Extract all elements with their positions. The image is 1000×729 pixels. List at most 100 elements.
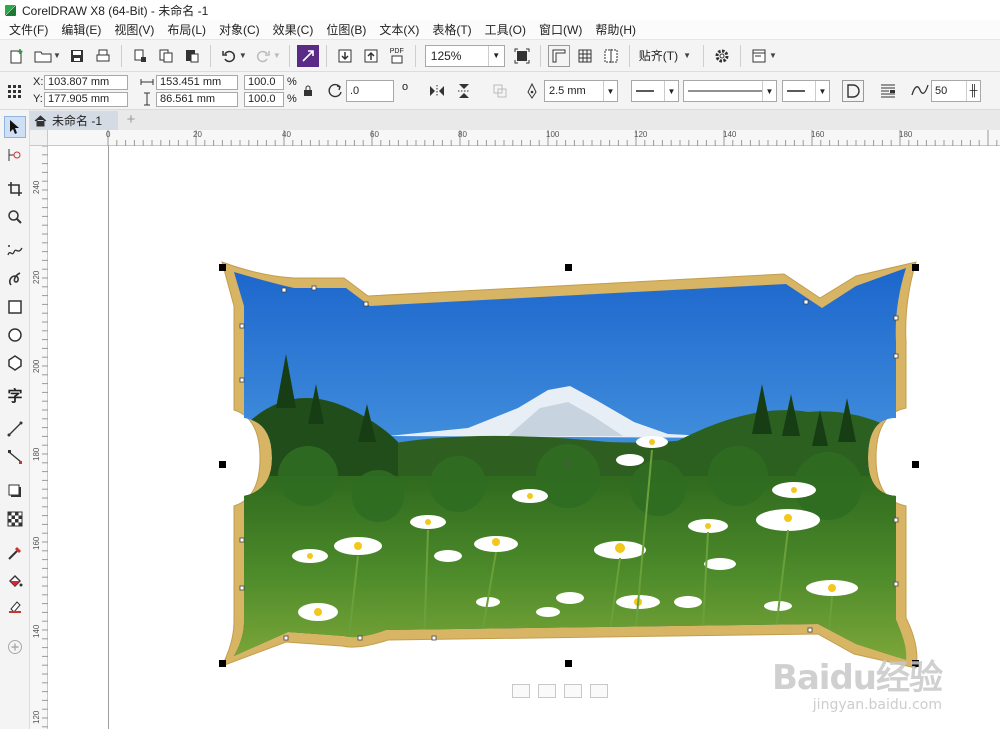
copy-icon[interactable] bbox=[155, 45, 177, 67]
transparency-tool-icon[interactable] bbox=[4, 508, 26, 530]
show-guidelines-icon[interactable] bbox=[600, 45, 622, 67]
add-tool-icon[interactable] bbox=[4, 636, 26, 658]
menu-effects[interactable]: 效果(C) bbox=[268, 21, 322, 38]
crop-tool-icon[interactable] bbox=[4, 178, 26, 200]
snap-to-menu[interactable]: 贴齐(T) ▼ bbox=[635, 47, 698, 64]
vertical-ruler[interactable]: 240 220 200 180 160 140 120 bbox=[30, 146, 48, 729]
options-gear-icon[interactable] bbox=[711, 45, 733, 67]
export-icon[interactable] bbox=[360, 45, 382, 67]
object-width-input[interactable]: 153.451 mm bbox=[156, 75, 238, 90]
menu-tools[interactable]: 工具(O) bbox=[480, 21, 534, 38]
scale-width-input[interactable]: 100.0 bbox=[244, 75, 284, 90]
interactive-fill-tool-icon[interactable] bbox=[4, 570, 26, 592]
menu-layout[interactable]: 布局(L) bbox=[162, 21, 214, 38]
zoom-level-select[interactable]: 125% ▼ bbox=[424, 44, 505, 67]
edit-bitmap-icon[interactable] bbox=[512, 684, 530, 698]
start-arrowhead-select[interactable]: ▼ bbox=[631, 80, 679, 102]
pick-tool-icon[interactable] bbox=[4, 116, 26, 138]
title-bar: CorelDRAW X8 (64-Bit) - 未命名 -1 bbox=[0, 0, 1000, 20]
selection-handle-middle-right[interactable] bbox=[912, 461, 919, 468]
menu-bitmap[interactable]: 位图(B) bbox=[321, 21, 374, 38]
outline-pen-icon[interactable] bbox=[522, 81, 542, 101]
freehand-tool-icon[interactable] bbox=[4, 240, 26, 262]
selection-handle-top-left[interactable] bbox=[219, 264, 226, 271]
full-screen-preview-icon[interactable] bbox=[511, 45, 533, 67]
selection-handle-top-right[interactable] bbox=[912, 264, 919, 271]
save-icon[interactable] bbox=[66, 45, 88, 67]
add-document-tab-button[interactable]: + bbox=[123, 112, 139, 128]
rotation-angle-input[interactable]: .0 bbox=[346, 80, 394, 102]
outline-width-select[interactable]: 2.5 mm ▼ bbox=[544, 80, 618, 102]
undo-icon[interactable] bbox=[218, 45, 240, 67]
redo-icon[interactable] bbox=[252, 45, 274, 67]
selection-handle-bottom-left[interactable] bbox=[219, 660, 226, 667]
new-document-icon[interactable] bbox=[6, 45, 28, 67]
separator bbox=[288, 44, 290, 67]
cut-icon[interactable] bbox=[129, 45, 151, 67]
x-position-input[interactable]: 103.807 mm bbox=[44, 75, 128, 90]
paste-icon[interactable] bbox=[181, 45, 203, 67]
menu-edit[interactable]: 编辑(E) bbox=[56, 21, 109, 38]
menu-object[interactable]: 对象(C) bbox=[214, 21, 268, 38]
undo-dropdown-icon[interactable]: ▼ bbox=[239, 51, 247, 60]
parallel-dimension-tool-icon[interactable] bbox=[4, 418, 26, 440]
menu-file[interactable]: 文件(F) bbox=[4, 21, 56, 38]
y-position-input[interactable]: 177.905 mm bbox=[44, 92, 128, 107]
crop-bitmap-icon[interactable] bbox=[538, 684, 556, 698]
quick-trace-icon[interactable] bbox=[490, 81, 510, 101]
landscape-photo bbox=[234, 268, 907, 660]
selection-handle-top-center[interactable] bbox=[565, 264, 572, 271]
mirror-horizontal-icon[interactable] bbox=[427, 81, 447, 101]
rectangle-tool-icon[interactable] bbox=[4, 296, 26, 318]
shape-tool-icon[interactable] bbox=[4, 144, 26, 166]
ticket-frame-artwork[interactable] bbox=[48, 146, 1000, 729]
line-style-select[interactable]: ▼ bbox=[683, 80, 777, 102]
zoom-tool-icon[interactable] bbox=[4, 206, 26, 228]
menu-bar: 文件(F) 编辑(E) 视图(V) 布局(L) 对象(C) 效果(C) 位图(B… bbox=[0, 20, 1000, 40]
ellipse-tool-icon[interactable] bbox=[4, 324, 26, 346]
ruler-origin-corner[interactable] bbox=[30, 130, 48, 146]
lock-ratio-icon[interactable] bbox=[298, 81, 318, 101]
redo-dropdown-icon[interactable]: ▼ bbox=[273, 51, 281, 60]
show-rulers-icon[interactable] bbox=[547, 44, 570, 67]
search-content-icon[interactable] bbox=[296, 44, 319, 67]
smoothing-slider-icon[interactable]: ╫ bbox=[966, 81, 980, 101]
chevron-down-icon: ▼ bbox=[762, 81, 776, 101]
smoothing-input[interactable]: 50 ╫ bbox=[931, 80, 981, 102]
launcher-dropdown-icon[interactable]: ▼ bbox=[769, 51, 777, 60]
separator bbox=[120, 44, 122, 67]
document-tab[interactable]: 未命名 -1 bbox=[30, 111, 118, 130]
trace-bitmap-icon[interactable] bbox=[564, 684, 582, 698]
open-folder-icon[interactable] bbox=[32, 45, 54, 67]
end-arrowhead-select[interactable]: ▼ bbox=[782, 80, 830, 102]
drawing-canvas[interactable]: Baidu经验 jingyan.baidu.com bbox=[48, 146, 1000, 729]
more-options-icon[interactable] bbox=[590, 684, 608, 698]
open-dropdown-icon[interactable]: ▼ bbox=[53, 51, 61, 60]
connector-tool-icon[interactable] bbox=[4, 446, 26, 468]
selection-handle-bottom-center[interactable] bbox=[565, 660, 572, 667]
artistic-media-tool-icon[interactable] bbox=[4, 268, 26, 290]
object-height-input[interactable]: 86.561 mm bbox=[156, 92, 238, 107]
menu-text[interactable]: 文本(X) bbox=[374, 21, 427, 38]
import-icon[interactable] bbox=[334, 45, 356, 67]
smart-fill-tool-icon[interactable] bbox=[4, 596, 26, 618]
menu-view[interactable]: 视图(V) bbox=[109, 21, 162, 38]
show-grid-icon[interactable] bbox=[574, 45, 596, 67]
menu-help[interactable]: 帮助(H) bbox=[590, 21, 644, 38]
menu-table[interactable]: 表格(T) bbox=[427, 21, 479, 38]
object-origin-icon[interactable] bbox=[4, 81, 24, 101]
close-curve-icon[interactable] bbox=[842, 80, 864, 102]
selection-handle-middle-left[interactable] bbox=[219, 461, 226, 468]
text-tool-icon[interactable]: 字 bbox=[4, 384, 26, 406]
mirror-vertical-icon[interactable] bbox=[454, 81, 474, 101]
application-launcher-icon[interactable] bbox=[748, 45, 770, 67]
polygon-tool-icon[interactable] bbox=[4, 352, 26, 374]
drop-shadow-tool-icon[interactable] bbox=[4, 480, 26, 502]
publish-pdf-icon[interactable]: PDF bbox=[386, 45, 408, 67]
scale-height-input[interactable]: 100.0 bbox=[244, 92, 284, 107]
menu-window[interactable]: 窗口(W) bbox=[534, 21, 590, 38]
horizontal-ruler[interactable]: 0 20 40 60 80 100 120 140 160 180 bbox=[48, 130, 1000, 146]
eyedropper-tool-icon[interactable] bbox=[4, 542, 26, 564]
text-wrap-icon[interactable] bbox=[878, 81, 898, 101]
print-icon[interactable] bbox=[92, 45, 114, 67]
